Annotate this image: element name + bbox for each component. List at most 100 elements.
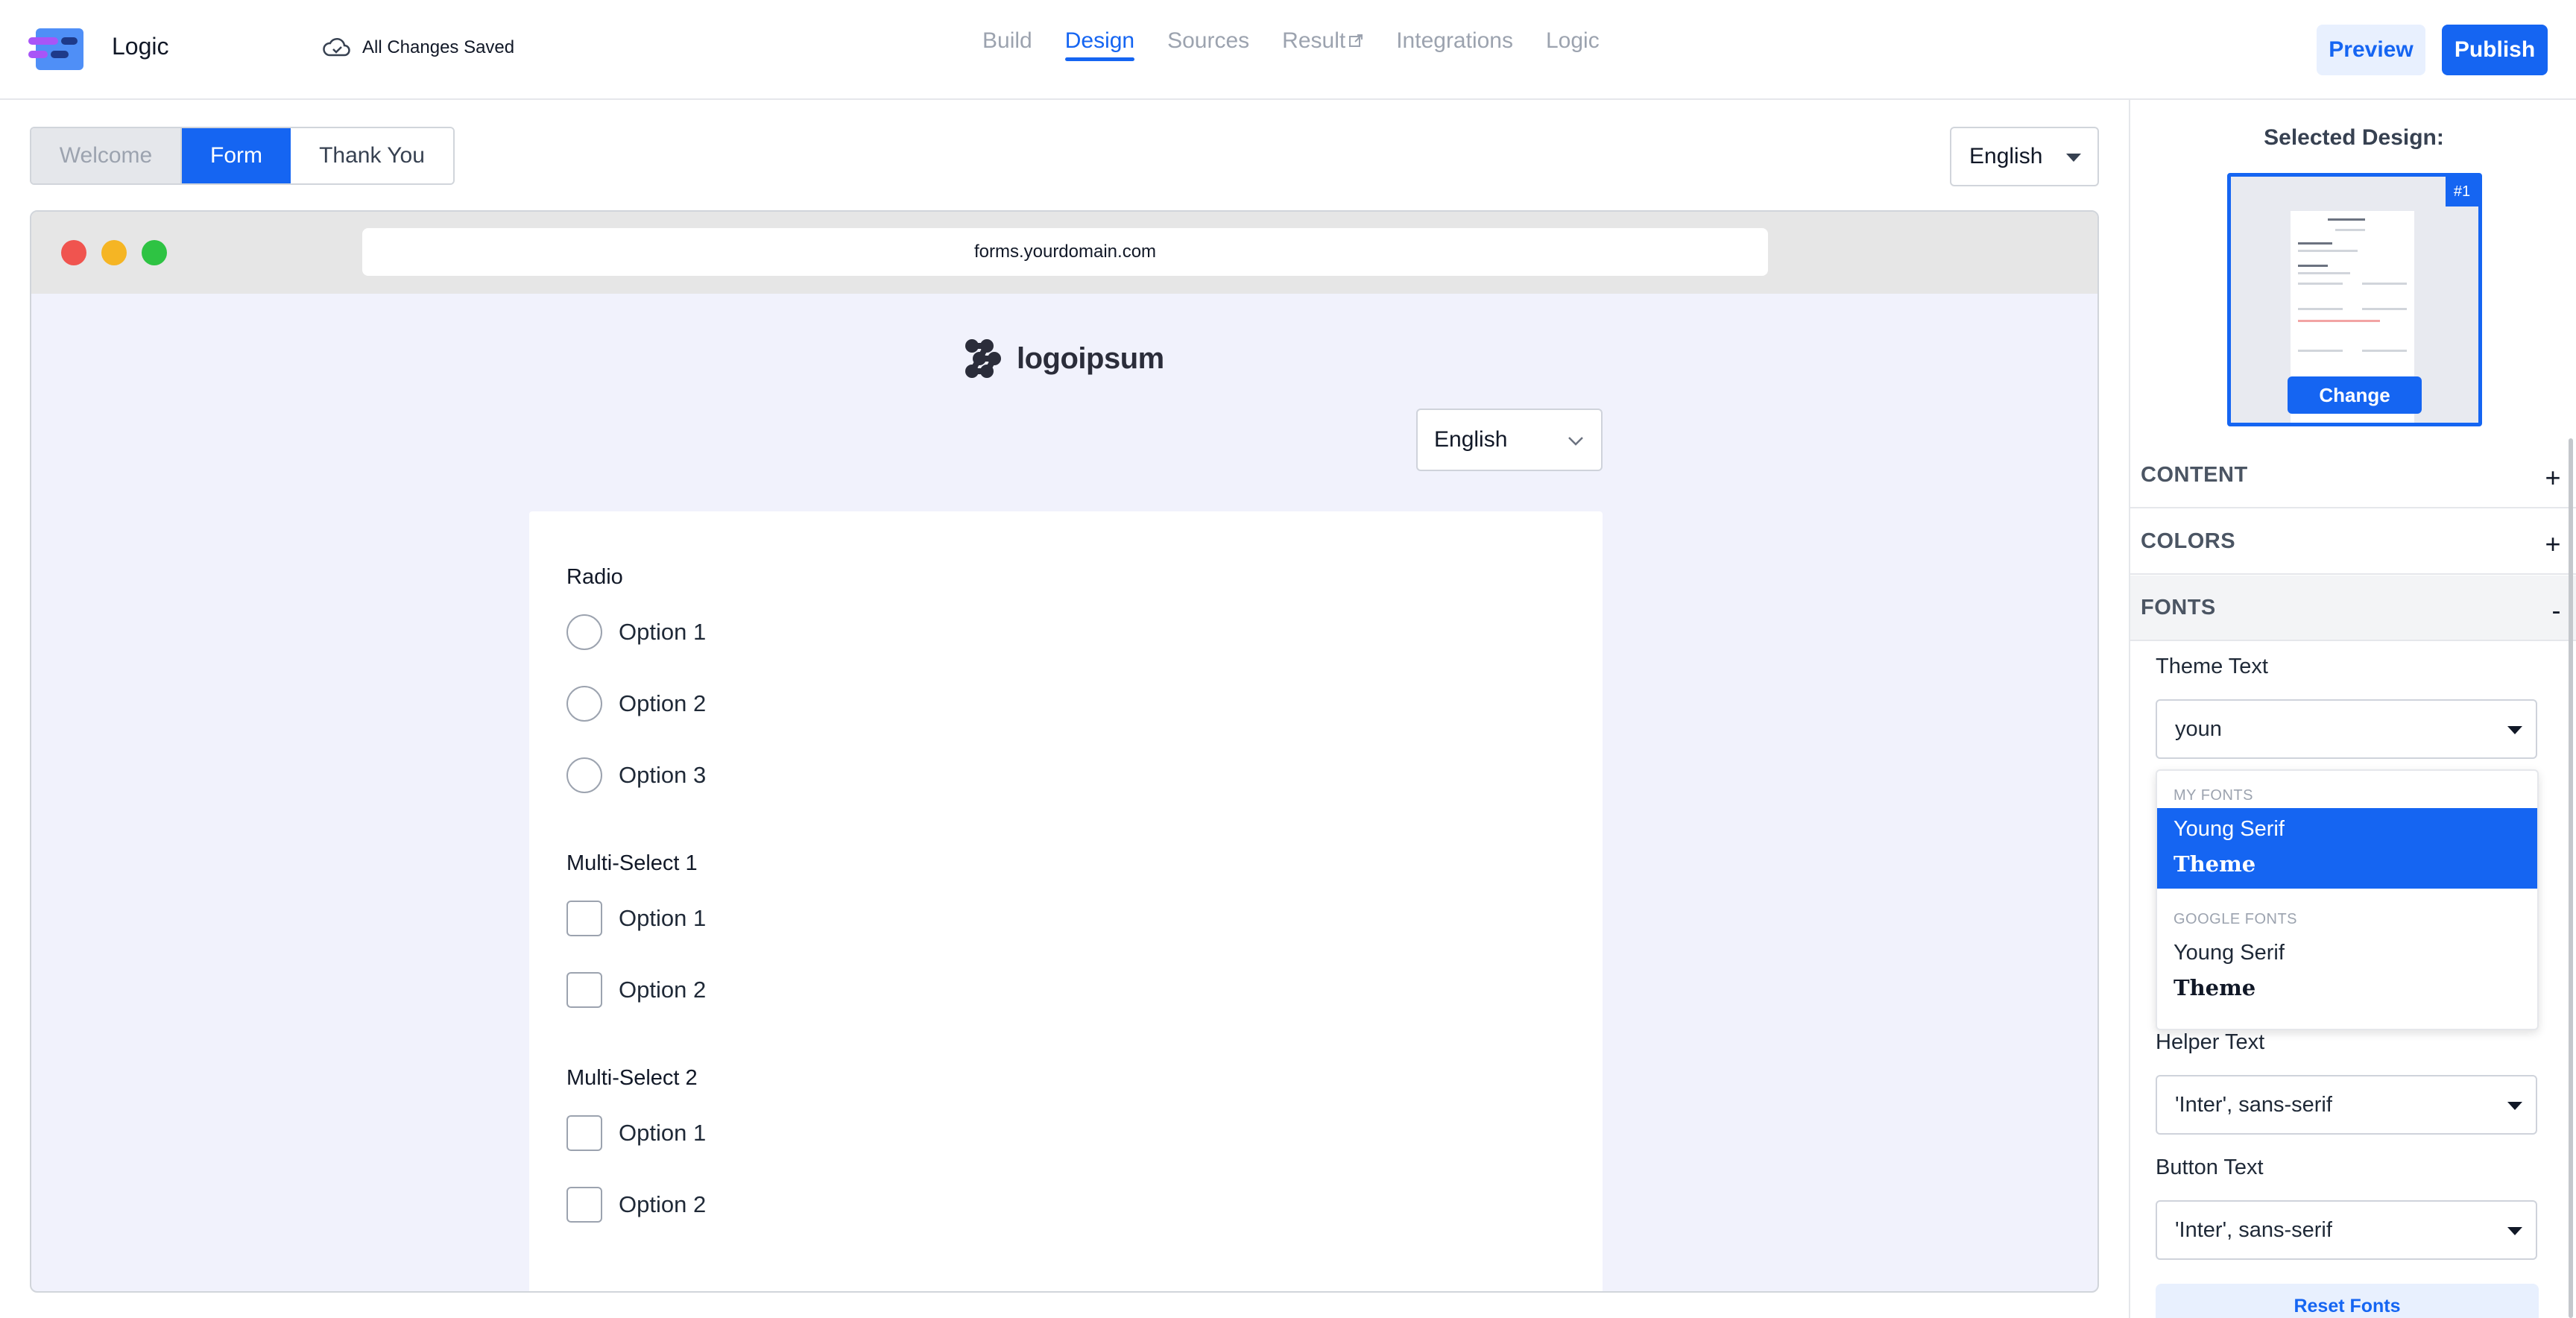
accordion-colors[interactable]: COLORS + [2130,509,2576,575]
tab-sources-label: Sources [1167,28,1250,53]
thumb-line [2362,350,2407,352]
multi1-option-1[interactable]: Option 1 [566,901,706,936]
accordion-content[interactable]: CONTENT + [2130,443,2576,508]
external-link-icon [1349,34,1363,47]
checkbox[interactable] [566,1115,602,1151]
thumb-line [2298,320,2380,322]
theme-text-label: Theme Text [2156,655,2268,678]
font-option-young-serif-mine[interactable]: Young Serif Theme [2157,808,2537,889]
multi1-option-2[interactable]: Option 2 [566,972,706,1008]
tab-design[interactable]: Design [1064,28,1135,61]
top-bar: Logic All Changes Saved Build Design Sou… [0,0,2576,100]
tab-design-label: Design [1064,28,1135,53]
thumb-line [2298,272,2350,274]
cloud-check-icon [323,38,350,57]
radio-option-2[interactable]: Option 2 [566,686,706,722]
button-text-select[interactable]: 'Inter', sans-serif [2156,1200,2537,1260]
helper-text-label: Helper Text [2156,1030,2265,1054]
form-card: Radio Option 1 Option 2 Option 3 Multi-S… [529,511,1603,1291]
page-tab-thank-you[interactable]: Thank You [291,128,453,183]
thumb-line [2362,308,2407,310]
button-text-value: 'Inter', sans-serif [2175,1217,2332,1242]
tab-logic-label: Logic [1546,28,1600,53]
section-label-radio: Radio [566,565,623,589]
plus-icon: + [2545,529,2561,559]
checkbox[interactable] [566,972,602,1008]
save-status: All Changes Saved [322,37,514,58]
thumb-line [2298,283,2343,285]
selected-design-title: Selected Design: [2264,125,2444,150]
thumb-line [2298,308,2343,310]
tab-build[interactable]: Build [982,28,1032,61]
option-label: Option 2 [619,977,707,1003]
window-close-dot-icon [61,240,86,265]
tab-integrations[interactable]: Integrations [1396,28,1513,61]
caret-down-icon [2066,154,2081,162]
design-thumbnail[interactable]: #1 Change [2227,173,2482,426]
radio-button[interactable] [566,614,602,650]
option-label: Option 1 [619,905,707,931]
form-language-value: English [1434,427,1508,452]
radio-button[interactable] [566,686,602,722]
font-option-young-serif-google[interactable]: Young Serif Theme [2157,932,2537,1012]
form-logo: logoipsum [963,337,1164,380]
page-tab-form[interactable]: Form [182,128,291,183]
browser-bar: forms.yourdomain.com [31,212,2097,294]
option-label: Option 1 [619,1120,707,1146]
thumb-line [2298,242,2332,245]
plus-icon: + [2545,462,2561,493]
option-label: Option 3 [619,762,707,788]
helper-text-value: 'Inter', sans-serif [2175,1092,2332,1117]
page-tabs: Welcome Form Thank You [30,127,455,185]
tab-logic[interactable]: Logic [1546,28,1600,61]
panel-scrollbar[interactable] [2569,438,2573,1318]
language-select[interactable]: English [1950,127,2099,186]
multi2-option-1[interactable]: Option 1 [566,1115,706,1151]
font-option-name: Young Serif [2174,941,2285,965]
page-tab-welcome[interactable]: Welcome [31,128,182,183]
accordion-fonts[interactable]: FONTS - [2130,576,2576,641]
design-panel: Selected Design: #1 Change CONTENT + COL… [2129,100,2576,1318]
button-text-label: Button Text [2156,1155,2264,1179]
font-option-sample: Theme [2174,851,2256,877]
browser-preview: forms.yourdomain.com logoipsum English R… [30,210,2099,1293]
helper-text-select[interactable]: 'Inter', sans-serif [2156,1075,2537,1135]
option-label: Option 1 [619,619,707,645]
theme-text-select[interactable]: youn [2156,699,2537,759]
language-select-value: English [1969,144,2043,168]
main-nav: Build Design Sources Result Integrations… [982,28,1600,61]
reset-fonts-button[interactable]: Reset Fonts [2156,1284,2539,1318]
radio-option-3[interactable]: Option 3 [566,757,706,793]
preview-button[interactable]: Preview [2317,25,2425,75]
checkbox[interactable] [566,901,602,936]
caret-down-icon [2507,726,2522,734]
accordion-fonts-label: FONTS [2141,595,2216,619]
thumb-line [2298,250,2358,252]
radio-button[interactable] [566,757,602,793]
option-label: Option 2 [619,1191,707,1217]
font-option-sample: Theme [2174,975,2256,1000]
thumb-line [2362,283,2407,285]
tab-build-label: Build [982,28,1032,53]
dropdown-group-my-fonts: MY FONTS [2174,787,2253,804]
checkbox[interactable] [566,1187,602,1223]
thumb-line [2335,229,2365,231]
thumb-line [2298,350,2343,352]
radio-option-1[interactable]: Option 1 [566,614,706,650]
theme-text-value: youn [2175,716,2222,741]
tab-sources[interactable]: Sources [1167,28,1249,61]
change-design-button[interactable]: Change [2288,376,2422,414]
section-label-multi-select-1: Multi-Select 1 [566,851,698,875]
minus-icon: - [2551,595,2561,625]
app-logo-icon[interactable] [28,28,83,70]
caret-down-icon [2507,1102,2522,1110]
thumb-line [2298,265,2328,267]
publish-button[interactable]: Publish [2442,25,2548,75]
tab-integrations-label: Integrations [1396,28,1513,53]
thumb-line [2328,218,2365,221]
form-language-select[interactable]: English [1416,409,1603,471]
multi2-option-2[interactable]: Option 2 [566,1187,706,1223]
logo-text: logoipsum [1017,341,1164,375]
tab-result[interactable]: Result [1282,28,1363,61]
app-name: Logic [112,33,169,60]
